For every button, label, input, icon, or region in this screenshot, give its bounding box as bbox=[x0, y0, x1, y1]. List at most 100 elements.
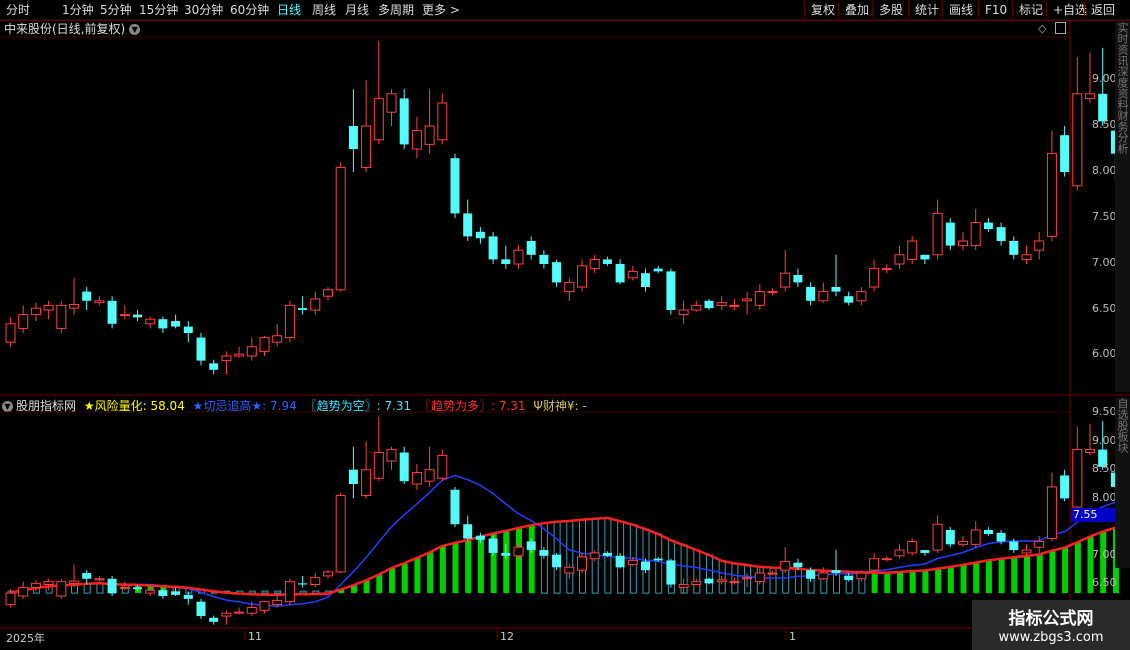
tab-timeshare[interactable]: 分时 bbox=[6, 2, 30, 18]
field-no-chase-value: 7.94 bbox=[270, 399, 297, 413]
tab-weekly[interactable]: 周线 bbox=[312, 2, 336, 18]
trend-bar-down bbox=[7, 590, 15, 594]
trend-bar-down bbox=[32, 587, 40, 594]
indicator-candle-down bbox=[488, 538, 498, 553]
trend-bar-up bbox=[985, 560, 992, 594]
indicator-candle-down bbox=[844, 575, 854, 580]
main-candle-up bbox=[437, 102, 448, 141]
trend-bar-down bbox=[858, 571, 866, 594]
main-candle-down bbox=[945, 222, 955, 246]
price-chart[interactable] bbox=[0, 0, 1130, 650]
main-candle-up bbox=[43, 304, 54, 311]
trend-bar-down bbox=[325, 590, 332, 594]
indicator-candle-up bbox=[678, 584, 689, 588]
trend-bar-down bbox=[109, 583, 117, 594]
indicator-candle-up bbox=[691, 581, 702, 586]
statistics-button[interactable]: 统计 bbox=[908, 1, 945, 19]
trend-bar-up bbox=[363, 580, 370, 594]
indicator-candle-up bbox=[259, 601, 270, 611]
field-fortune-value: - bbox=[582, 399, 587, 413]
x-axis-ticks bbox=[244, 628, 787, 640]
trend-bar-down bbox=[769, 567, 777, 594]
main-candle-down bbox=[983, 222, 993, 230]
indicator-candle-down bbox=[133, 587, 142, 590]
watermark-logo: 指标公式网 www.zbgs3.com bbox=[972, 600, 1130, 650]
tab-daily[interactable]: 日线 bbox=[277, 2, 301, 18]
indicator-candle-up bbox=[221, 612, 232, 617]
main-candle-down bbox=[793, 275, 803, 283]
back-button[interactable]: 返回 bbox=[1084, 1, 1121, 19]
trend-bar-down bbox=[185, 587, 193, 594]
tab-5min[interactable]: 5分钟 bbox=[100, 2, 132, 18]
trend-bar-down bbox=[58, 584, 66, 594]
trend-bar-down bbox=[845, 571, 853, 594]
tab-30min[interactable]: 30分钟 bbox=[184, 2, 223, 18]
main-candle-up bbox=[881, 268, 892, 271]
draw-line-button[interactable]: 画线 bbox=[942, 1, 979, 19]
tab-15min[interactable]: 15分钟 bbox=[139, 2, 178, 18]
mark-button[interactable]: 标记 bbox=[1012, 1, 1049, 19]
multi-stock-button[interactable]: 多股 bbox=[872, 1, 909, 19]
field-trend-down: 〖趋势为空〗: 7.31 bbox=[305, 399, 412, 413]
indicator-candle-up bbox=[94, 578, 105, 581]
indicator-candle-up bbox=[589, 552, 600, 560]
trend-bar-up bbox=[350, 585, 357, 594]
main-candle-up bbox=[1085, 93, 1095, 99]
trend-bar-down bbox=[299, 590, 307, 594]
main-candle-up bbox=[18, 314, 29, 329]
main-candle-up bbox=[259, 337, 270, 352]
trend-bar-up bbox=[147, 585, 154, 594]
trend-bar-up bbox=[973, 562, 980, 594]
indicator-candle-up bbox=[335, 495, 346, 573]
current-value-tag: 7.55 bbox=[1071, 508, 1117, 522]
indicator-candle-down bbox=[806, 570, 816, 579]
dropdown-icon[interactable]: ▼ bbox=[2, 401, 13, 412]
trend-bar-up bbox=[465, 540, 472, 594]
x-tick: 2025年 bbox=[6, 632, 45, 645]
tab-multi-period[interactable]: 多周期 bbox=[378, 2, 414, 18]
field-risk-label: ★风险量化: bbox=[83, 399, 151, 413]
field-trend-up-value: 7.31 bbox=[498, 399, 526, 413]
trend-bar-up bbox=[1074, 542, 1081, 594]
main-candle-up bbox=[691, 304, 702, 311]
indicator-candle-down bbox=[666, 560, 676, 585]
dropdown-icon[interactable]: ▼ bbox=[129, 24, 141, 35]
trend-bar-down bbox=[579, 519, 586, 594]
indicator-candle-up bbox=[323, 571, 333, 577]
trend-bar-up bbox=[1011, 557, 1018, 594]
tab-1min[interactable]: 1分钟 bbox=[62, 2, 94, 18]
indicator-candle-up bbox=[145, 589, 156, 594]
tab-60min[interactable]: 60分钟 bbox=[230, 2, 269, 18]
panel-toggle-icon[interactable] bbox=[1055, 22, 1066, 34]
trend-bar-up bbox=[935, 568, 942, 594]
watchlist-side-tab[interactable]: 自选股板块 bbox=[1115, 398, 1130, 568]
diamond-icon[interactable]: ◇ bbox=[1038, 22, 1046, 35]
trend-bar-up bbox=[389, 568, 395, 594]
indicator-candle-down bbox=[158, 590, 168, 596]
main-candle-down bbox=[196, 337, 206, 361]
indicator-candle-up bbox=[970, 529, 981, 545]
tab-more[interactable]: 更多 > bbox=[422, 2, 460, 18]
indicator-candle-up bbox=[1085, 449, 1095, 453]
trend-bar-up bbox=[884, 572, 891, 594]
main-candle-up bbox=[373, 97, 384, 141]
info-side-tab[interactable]: 实时资讯深度资料财务分析 bbox=[1115, 22, 1130, 392]
trend-bar-up bbox=[160, 586, 167, 594]
restore-rights-button[interactable]: 复权 bbox=[804, 1, 841, 19]
trend-bar-up bbox=[135, 585, 141, 594]
trend-bar-up bbox=[376, 574, 383, 594]
field-risk-value: 58.04 bbox=[150, 399, 185, 413]
main-candles bbox=[5, 41, 1120, 375]
tab-monthly[interactable]: 月线 bbox=[345, 2, 369, 18]
main-candle-up bbox=[5, 323, 16, 343]
indicator-candle-up bbox=[958, 540, 968, 545]
main-candle-up bbox=[1046, 153, 1057, 237]
trend-bar-down bbox=[655, 533, 663, 594]
main-candle-down bbox=[82, 291, 92, 301]
overlay-button[interactable]: 叠加 bbox=[838, 1, 875, 19]
indicator-bars bbox=[7, 517, 1119, 594]
indicator-candle-up bbox=[1046, 486, 1057, 540]
main-candle-up bbox=[310, 298, 321, 311]
f10-button[interactable]: F10 bbox=[978, 1, 1013, 19]
indicator-candle-up bbox=[881, 558, 892, 561]
